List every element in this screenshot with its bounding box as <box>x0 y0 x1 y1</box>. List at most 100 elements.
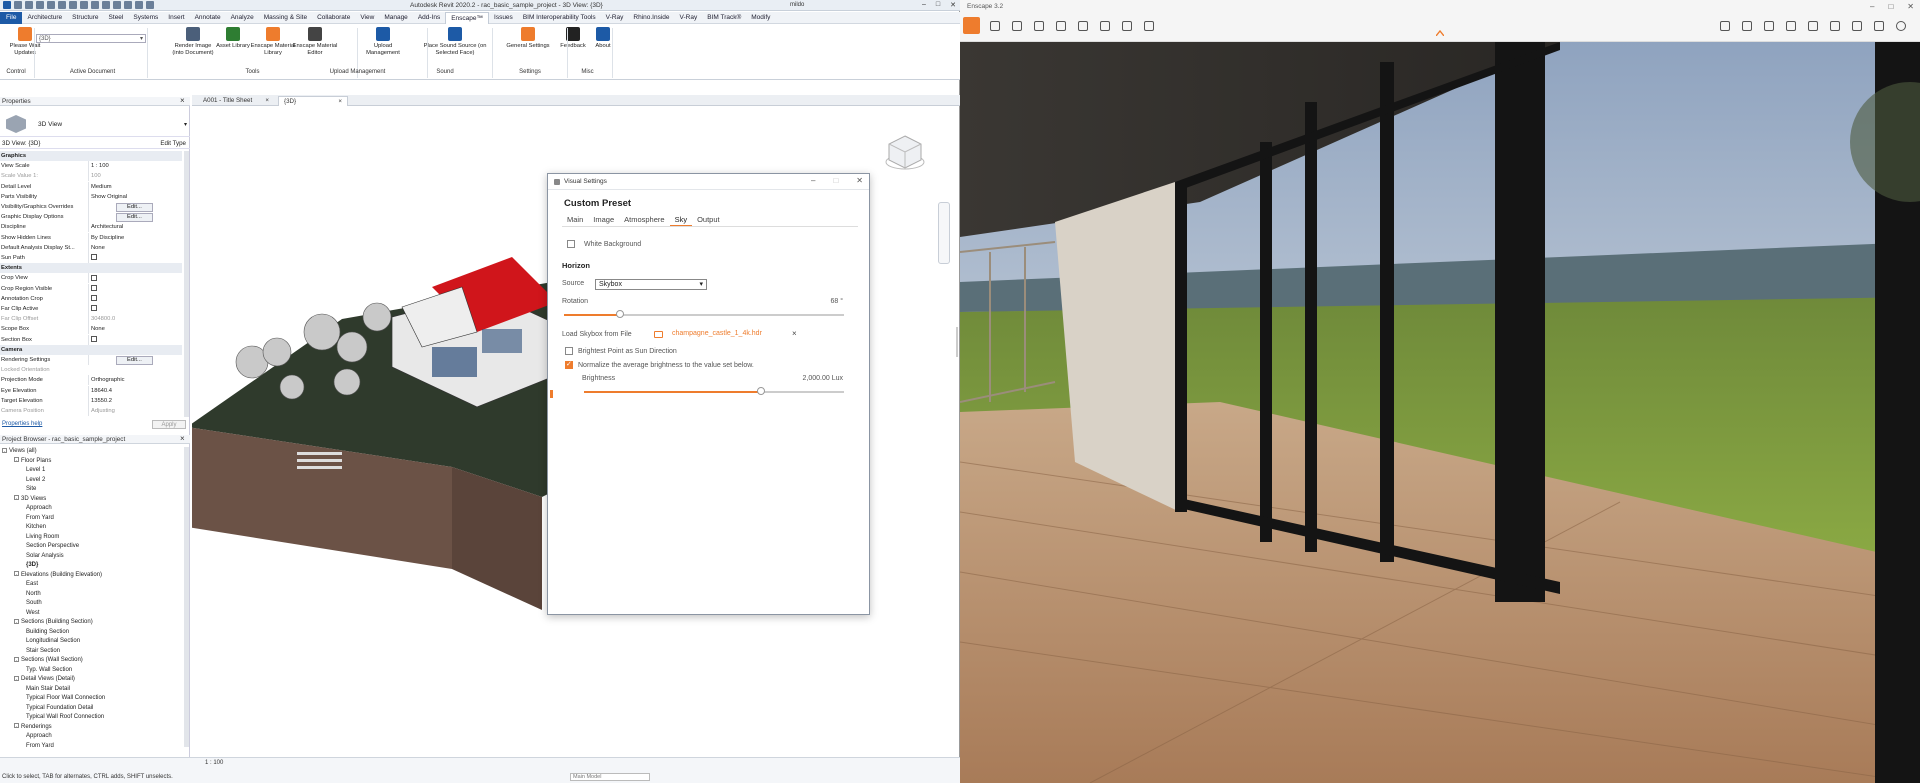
enscape-logo-button[interactable]: Please Wait Updates <box>2 27 48 56</box>
ribbon-tab-bim-track[interactable]: BIM Track® <box>702 12 746 24</box>
property-row[interactable]: Rendering Settings Edit... <box>0 355 182 365</box>
ribbon-tab-v-ray[interactable]: V-Ray <box>675 12 703 24</box>
view-management-icon[interactable] <box>1720 21 1730 31</box>
close-icon[interactable]: ✕ <box>1907 2 1914 11</box>
property-row[interactable]: Show Hidden Lines By Discipline <box>0 232 182 243</box>
sign-in-user[interactable]: mildo <box>790 2 804 8</box>
property-value[interactable]: Edit... <box>88 212 182 223</box>
property-row[interactable]: Annotation Crop <box>0 293 182 304</box>
browser-item[interactable]: Section Perspective <box>26 542 79 550</box>
browser-scrollbar[interactable] <box>184 447 189 747</box>
white-background-checkbox[interactable] <box>567 240 575 248</box>
panorama-icon[interactable] <box>1122 21 1132 31</box>
property-checkbox[interactable] <box>91 274 97 281</box>
property-value[interactable]: Edit... <box>88 355 182 365</box>
maximize-icon[interactable]: □ <box>936 1 940 9</box>
switch-windows-icon[interactable] <box>146 1 154 9</box>
view-scale-control[interactable]: 1 : 100 <box>205 760 223 766</box>
browser-item[interactable]: Living Room <box>26 533 59 541</box>
property-row[interactable]: Parts Visibility Show Original <box>0 191 182 202</box>
browser-item[interactable]: - Elevations (Building Elevation) <box>14 571 102 579</box>
browser-item[interactable]: Typical Foundation Detail <box>26 704 93 712</box>
ribbon-tab-collaborate[interactable]: Collaborate <box>312 12 355 24</box>
close-icon[interactable]: ✕ <box>950 1 956 9</box>
ribbon-tab-manage[interactable]: Manage <box>379 12 413 24</box>
property-row[interactable]: Crop Region Visible <box>0 283 182 294</box>
walk-mode-icon[interactable] <box>990 21 1000 31</box>
enscape-render-view[interactable] <box>960 42 1920 783</box>
property-value[interactable]: 13550.2 <box>88 395 182 406</box>
view-tab[interactable]: {3D} × <box>278 96 348 106</box>
print-icon[interactable] <box>69 1 77 9</box>
binoculars-icon[interactable] <box>1034 21 1044 31</box>
property-value[interactable]: Show Original <box>88 191 182 202</box>
browser-item[interactable]: Approach <box>26 732 52 740</box>
property-value[interactable]: 18640.4 <box>88 385 182 396</box>
upload-icon[interactable] <box>1808 21 1818 31</box>
property-row[interactable]: Detail Level Medium <box>0 181 182 192</box>
edit-button[interactable]: Edit... <box>116 356 153 365</box>
browser-item[interactable]: - Floor Plans <box>14 457 51 465</box>
edit-button[interactable]: Edit... <box>116 203 153 212</box>
redo-icon[interactable] <box>58 1 66 9</box>
upload-cloud-button[interactable]: Upload Management <box>360 27 406 56</box>
close-icon[interactable]: × <box>265 96 269 106</box>
active-view-dropdown[interactable]: {3D} ▾ <box>36 34 146 43</box>
ribbon-tab-systems[interactable]: Systems <box>128 12 163 24</box>
properties-scrollbar[interactable] <box>184 151 189 417</box>
property-value[interactable]: None <box>88 242 182 253</box>
collapse-toggle-icon[interactable]: - <box>14 656 19 662</box>
properties-help-link[interactable]: Properties help <box>2 421 42 427</box>
collapse-toggle-icon[interactable]: - <box>14 675 19 681</box>
ribbon-tab-issues[interactable]: Issues <box>489 12 518 24</box>
text-icon[interactable] <box>91 1 99 9</box>
property-value[interactable]: 1 : 100 <box>88 161 182 172</box>
chevron-down-icon[interactable]: ▾ <box>184 121 187 128</box>
skybox-file-name[interactable]: champagne_castle_1_4k.hdr <box>672 330 762 337</box>
property-row[interactable]: Far Clip Offset 304800.0 <box>0 314 182 325</box>
property-value[interactable]: By Discipline <box>88 232 182 243</box>
measure-icon[interactable] <box>80 1 88 9</box>
chevron-up-icon[interactable] <box>1436 30 1444 36</box>
ribbon-tab-enscape[interactable]: Enscape™ <box>445 11 490 24</box>
property-row[interactable]: Camera Position Adjusting <box>0 406 182 416</box>
browser-item[interactable]: Level 2 <box>26 476 45 484</box>
browser-item[interactable]: - Views (all) <box>2 447 37 455</box>
property-value[interactable]: Edit... <box>88 202 182 212</box>
browser-item[interactable]: - Sections (Building Section) <box>14 618 93 626</box>
property-row[interactable]: View Scale 1 : 100 <box>0 161 182 172</box>
collapse-toggle-icon[interactable]: - <box>14 457 19 463</box>
image-icon[interactable] <box>1742 21 1752 31</box>
browser-item[interactable]: North <box>26 590 41 598</box>
view-tab[interactable]: A001 - Title Sheet × <box>198 96 274 106</box>
ribbon-tab-add-ins[interactable]: Add-Ins <box>413 12 445 24</box>
ribbon-tab-structure[interactable]: Structure <box>67 12 103 24</box>
ribbon-tab-v-ray[interactable]: V-Ray <box>601 12 629 24</box>
ribbon-tab-analyze[interactable]: Analyze <box>226 12 259 24</box>
instance-filter[interactable]: 3D View: {3D} Edit Type <box>0 139 190 149</box>
browser-item[interactable]: Stair Section <box>26 647 60 655</box>
brightness-slider-knob[interactable] <box>756 387 765 395</box>
clear-file-icon[interactable]: × <box>792 329 797 338</box>
person-icon[interactable] <box>1056 21 1066 31</box>
ribbon-tab-modify[interactable]: Modify <box>746 12 775 24</box>
gear-icon[interactable] <box>1874 21 1884 31</box>
property-row[interactable]: Sun Path <box>0 253 182 263</box>
browser-item[interactable]: Typ. Wall Section <box>26 666 72 674</box>
minimize-icon[interactable]: – <box>811 176 815 185</box>
property-value[interactable]: 100 <box>88 171 182 182</box>
undo-icon[interactable] <box>47 1 55 9</box>
property-row[interactable]: Eye Elevation 18640.4 <box>0 385 182 396</box>
property-checkbox[interactable] <box>91 285 97 292</box>
browser-item[interactable]: {3D} <box>26 561 38 569</box>
browser-item[interactable]: South <box>26 599 42 607</box>
property-row[interactable]: Projection Mode Orthographic <box>0 375 182 386</box>
browser-item[interactable]: East <box>26 580 38 588</box>
browser-item[interactable]: Main Stair Detail <box>26 685 70 693</box>
close-icon[interactable]: × <box>338 97 342 107</box>
info-button[interactable]: About <box>580 27 626 50</box>
default-3d-icon[interactable] <box>102 1 110 9</box>
property-value[interactable] <box>88 304 182 314</box>
browser-item[interactable]: Kitchen <box>26 523 46 531</box>
thin-lines-icon[interactable] <box>124 1 132 9</box>
